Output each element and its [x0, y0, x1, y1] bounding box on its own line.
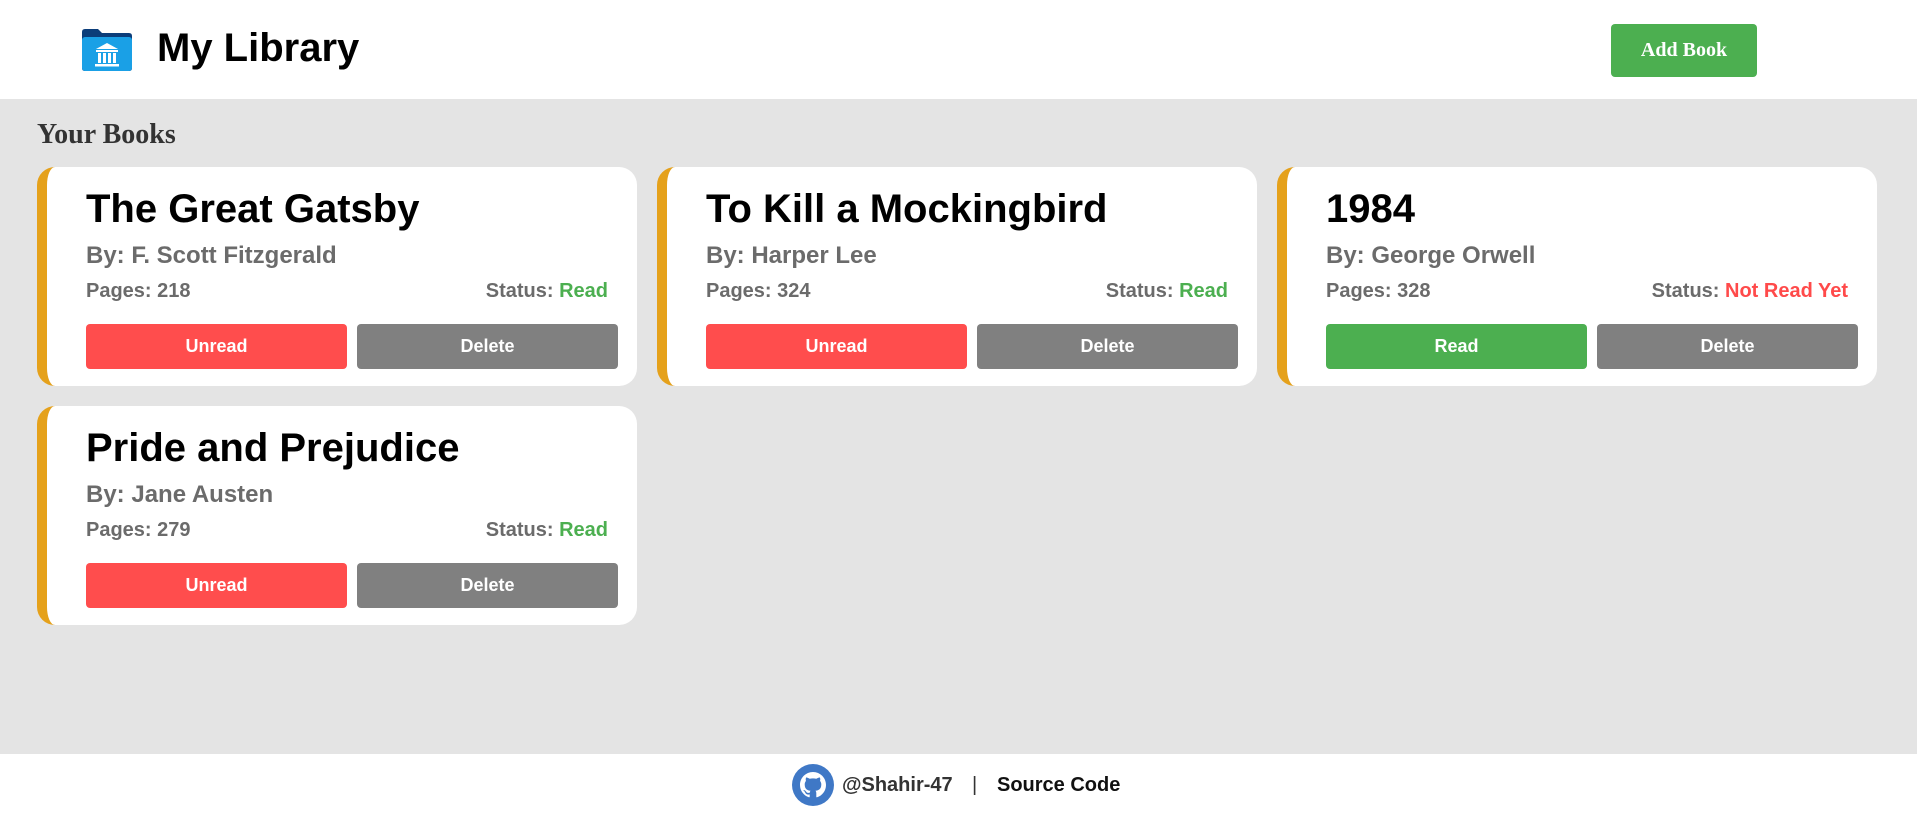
card-actions: Unread Delete	[706, 324, 1239, 369]
github-handle-link[interactable]: @Shahir-47	[842, 773, 953, 797]
book-author: By: Jane Austen	[86, 481, 274, 508]
book-pages: Pages: 218	[86, 280, 191, 302]
status-value: Read	[1179, 280, 1228, 302]
book-pages: Pages: 324	[706, 280, 811, 302]
toggle-read-button[interactable]: Unread	[706, 324, 967, 369]
toggle-read-button[interactable]: Unread	[86, 563, 347, 608]
book-grid: The Great Gatsby By: F. Scott Fitzgerald…	[37, 167, 1877, 625]
book-status: Status: Read	[486, 518, 608, 542]
section-title: Your Books	[37, 119, 176, 150]
status-label: Status:	[1105, 280, 1180, 302]
card-actions: Unread Delete	[86, 324, 619, 369]
book-card: Pride and Prejudice By: Jane Austen Page…	[37, 406, 637, 625]
source-code-link[interactable]: Source Code	[997, 773, 1120, 797]
book-meta: Pages: 324 Status: Read	[706, 279, 1239, 303]
book-title: Pride and Prejudice	[86, 426, 460, 470]
book-status: Status: Read	[486, 279, 608, 303]
footer-separator: |	[972, 774, 978, 796]
card-actions: Unread Delete	[86, 563, 619, 608]
status-value: Read	[559, 280, 608, 302]
book-pages: Pages: 279	[86, 519, 191, 541]
footer: @Shahir-47 | Source Code	[0, 754, 1917, 814]
book-pages: Pages: 328	[1326, 280, 1431, 302]
status-value: Read	[559, 519, 608, 541]
book-status: Status: Not Read Yet	[1652, 279, 1848, 303]
status-label: Status:	[485, 519, 560, 541]
header: My Library Add Book	[0, 0, 1917, 99]
book-author: By: George Orwell	[1326, 242, 1536, 269]
book-card: To Kill a Mockingbird By: Harper Lee Pag…	[657, 167, 1257, 386]
delete-button[interactable]: Delete	[357, 324, 618, 369]
delete-button[interactable]: Delete	[357, 563, 618, 608]
app-title: My Library	[157, 26, 360, 70]
status-label: Status:	[1651, 280, 1725, 302]
book-author: By: F. Scott Fitzgerald	[86, 242, 337, 269]
book-author: By: Harper Lee	[706, 242, 877, 269]
book-meta: Pages: 218 Status: Read	[86, 279, 619, 303]
card-actions: Read Delete	[1326, 324, 1859, 369]
delete-button[interactable]: Delete	[1597, 324, 1858, 369]
book-status: Status: Read	[1106, 279, 1228, 303]
book-meta: Pages: 328 Status: Not Read Yet	[1326, 279, 1859, 303]
status-label: Status:	[485, 280, 560, 302]
toggle-read-button[interactable]: Unread	[86, 324, 347, 369]
book-card: The Great Gatsby By: F. Scott Fitzgerald…	[37, 167, 637, 386]
add-book-button[interactable]: Add Book	[1611, 24, 1757, 77]
toggle-read-button[interactable]: Read	[1326, 324, 1587, 369]
github-icon[interactable]	[792, 764, 834, 806]
status-value: Not Read Yet	[1725, 280, 1848, 302]
book-title: To Kill a Mockingbird	[706, 187, 1108, 231]
delete-button[interactable]: Delete	[977, 324, 1238, 369]
book-title: The Great Gatsby	[86, 187, 420, 231]
book-meta: Pages: 279 Status: Read	[86, 518, 619, 542]
library-folder-icon	[82, 29, 132, 71]
book-card: 1984 By: George Orwell Pages: 328 Status…	[1277, 167, 1877, 386]
book-title: 1984	[1326, 187, 1415, 231]
